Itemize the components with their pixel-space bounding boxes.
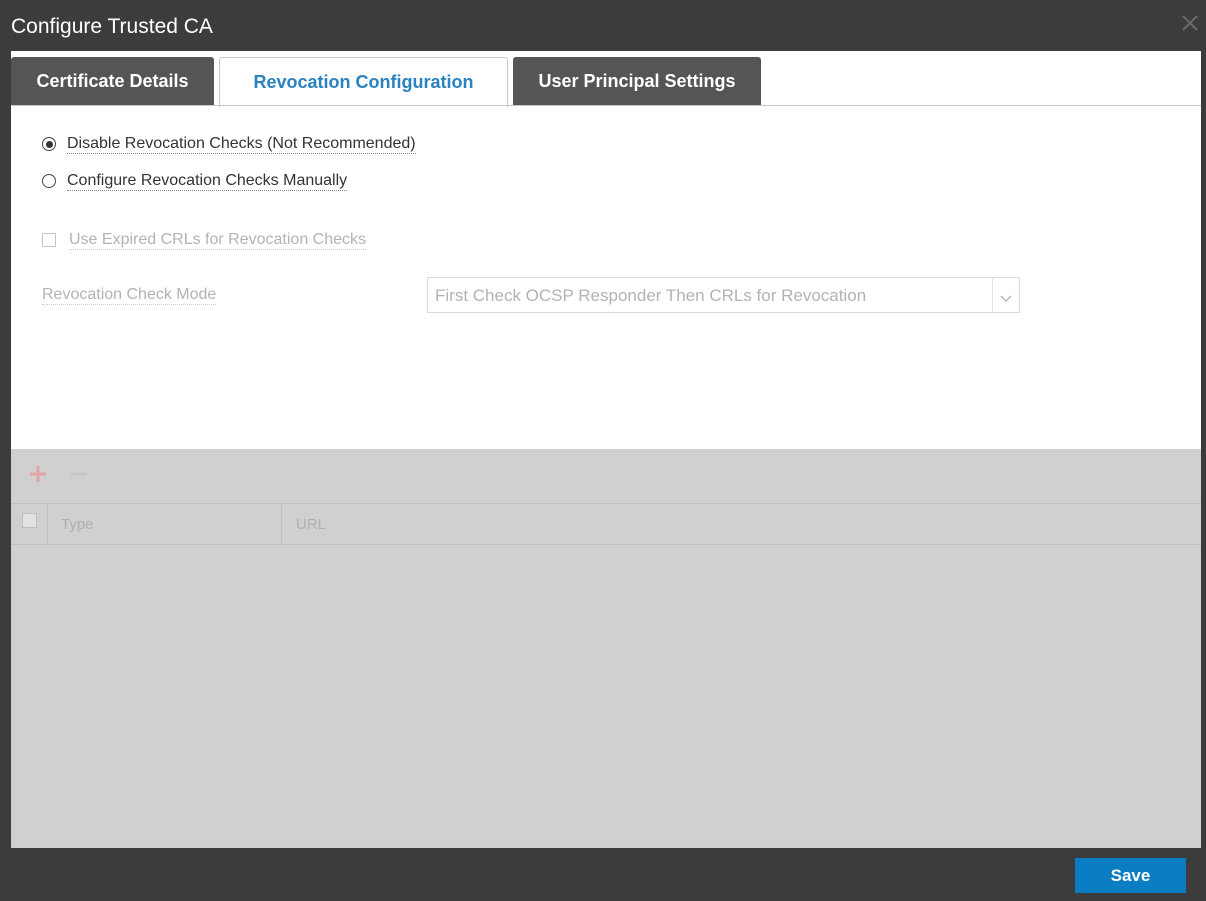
revocation-check-mode-label: Revocation Check Mode xyxy=(42,286,217,305)
disable-revocation-label: Disable Revocation Checks (Not Recommend… xyxy=(67,135,416,154)
revocation-check-mode-select: First Check OCSP Responder Then CRLs for… xyxy=(427,277,1020,313)
use-expired-crls-label: Use Expired CRLs for Revocation Checks xyxy=(69,231,367,250)
column-header-url: URL xyxy=(296,516,327,533)
configure-trusted-ca-dialog: Configure Trusted CA Certificate Details… xyxy=(0,0,1206,901)
column-divider xyxy=(281,504,282,544)
column-divider xyxy=(47,504,48,544)
select-divider xyxy=(992,278,993,312)
dialog-footer: Save xyxy=(0,848,1206,901)
column-header-type: Type xyxy=(61,516,94,533)
revocation-check-mode-value: First Check OCSP Responder Then CRLs for… xyxy=(435,286,867,305)
revocation-urls-panel-disabled: Type URL xyxy=(11,449,1201,848)
select-all-checkbox xyxy=(22,513,37,528)
disable-revocation-option[interactable]: Disable Revocation Checks (Not Recommend… xyxy=(42,133,416,155)
minus-icon xyxy=(69,464,89,484)
tab-revocation-configuration[interactable]: Revocation Configuration xyxy=(219,57,508,107)
manual-revocation-option[interactable]: Configure Revocation Checks Manually xyxy=(42,170,348,192)
dialog-content: Certificate Details Revocation Configura… xyxy=(11,51,1201,848)
dialog-title: Configure Trusted CA xyxy=(11,15,213,38)
close-icon[interactable] xyxy=(1180,13,1200,33)
title-bar: Configure Trusted CA xyxy=(0,0,1206,51)
disable-revocation-radio[interactable] xyxy=(42,137,56,151)
tab-user-principal-settings[interactable]: User Principal Settings xyxy=(513,57,761,105)
table-header: Type URL xyxy=(11,503,1201,545)
save-button[interactable]: Save xyxy=(1075,858,1186,893)
manual-revocation-radio[interactable] xyxy=(42,174,56,188)
manual-revocation-label: Configure Revocation Checks Manually xyxy=(67,172,348,191)
plus-icon xyxy=(28,464,48,484)
use-expired-crls-checkbox xyxy=(42,233,56,247)
use-expired-crls-option: Use Expired CRLs for Revocation Checks xyxy=(42,229,367,251)
tab-certificate-details[interactable]: Certificate Details xyxy=(11,57,214,105)
tab-divider xyxy=(11,105,1201,106)
chevron-down-icon xyxy=(1000,290,1012,302)
